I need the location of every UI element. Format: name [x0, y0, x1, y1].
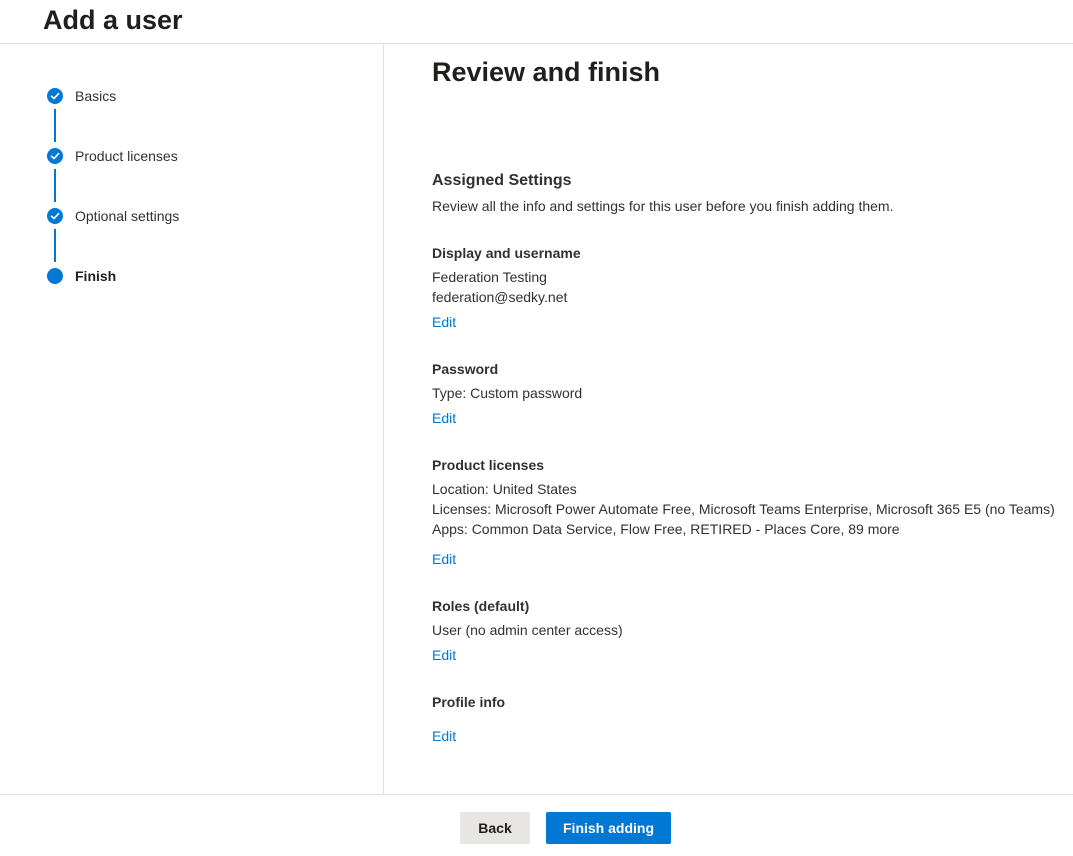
- edit-roles-link[interactable]: Edit: [432, 645, 456, 665]
- product-licenses-heading: Product licenses: [432, 457, 545, 473]
- license-location-value: Location: United States: [432, 481, 577, 497]
- step-basics[interactable]: Basics: [47, 87, 116, 105]
- password-type-value: Type: Custom password: [432, 385, 583, 401]
- password-heading: Password: [432, 361, 499, 377]
- edit-display-username-link[interactable]: Edit: [432, 312, 456, 332]
- edit-profile-info-link[interactable]: Edit: [432, 726, 456, 746]
- licenses-value: Licenses: Microsoft Power Automate Free,…: [432, 501, 1055, 517]
- step-product-licenses[interactable]: Product licenses: [47, 147, 178, 165]
- step-current-dot-icon: [47, 268, 63, 284]
- step-optional-settings[interactable]: Optional settings: [47, 207, 179, 225]
- step-complete-check-icon: [47, 148, 63, 164]
- footer-divider: [0, 794, 1073, 795]
- back-button[interactable]: Back: [460, 812, 530, 844]
- display-username-heading: Display and username: [432, 245, 581, 261]
- step-label: Finish: [75, 268, 117, 284]
- finish-adding-button[interactable]: Finish adding: [546, 812, 671, 844]
- section-title: Review and finish: [432, 57, 661, 87]
- profile-info-heading: Profile info: [432, 694, 506, 710]
- roles-value: User (no admin center access): [432, 622, 623, 638]
- assigned-settings-heading: Assigned Settings: [432, 172, 572, 189]
- step-finish: Finish: [47, 267, 116, 285]
- step-complete-check-icon: [47, 208, 63, 224]
- step-connector: [54, 109, 56, 142]
- step-label: Optional settings: [75, 208, 180, 224]
- panel-divider: [383, 44, 384, 794]
- step-connector: [54, 169, 56, 202]
- wizard-stepper: Basics Product licenses Optional setting…: [0, 0, 383, 300]
- roles-heading: Roles (default): [432, 598, 530, 614]
- apps-value: Apps: Common Data Service, Flow Free, RE…: [432, 521, 900, 537]
- step-complete-check-icon: [47, 88, 63, 104]
- display-name-value: Federation Testing: [432, 269, 547, 285]
- step-label: Product licenses: [75, 148, 178, 164]
- edit-password-link[interactable]: Edit: [432, 408, 456, 428]
- step-label: Basics: [75, 88, 117, 104]
- assigned-settings-description: Review all the info and settings for thi…: [432, 198, 894, 214]
- username-value: federation@sedky.net: [432, 289, 568, 305]
- step-connector: [54, 229, 56, 262]
- edit-product-licenses-link[interactable]: Edit: [432, 549, 456, 569]
